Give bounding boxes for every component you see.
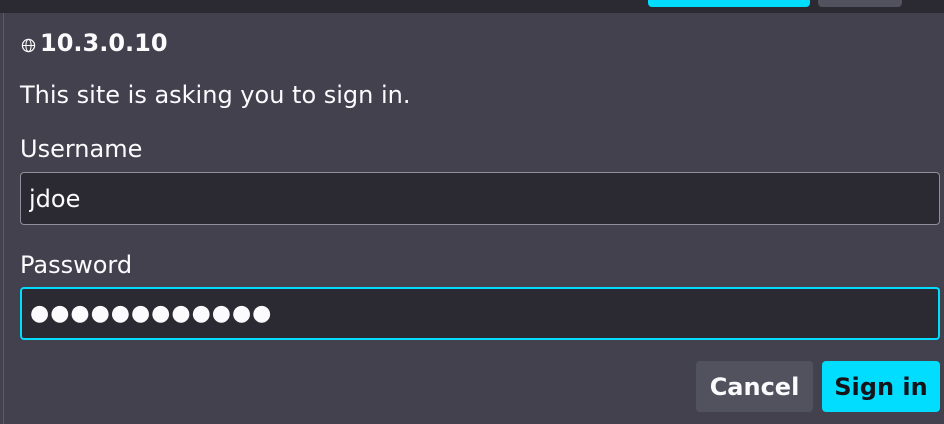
background-secondary-button — [818, 0, 902, 7]
background-primary-button — [648, 0, 810, 7]
background-window-strip — [0, 0, 944, 13]
cancel-button[interactable]: Cancel — [696, 361, 813, 412]
sign-in-button[interactable]: Sign in — [822, 361, 940, 412]
globe-icon — [21, 38, 36, 52]
password-label: Password — [20, 251, 133, 279]
origin-host: 10.3.0.10 — [40, 29, 168, 57]
password-field[interactable] — [20, 287, 940, 340]
username-label: Username — [20, 135, 143, 163]
auth-dialog: 10.3.0.10 This site is asking you to sig… — [3, 13, 944, 424]
username-field[interactable] — [20, 172, 940, 225]
dialog-origin: 10.3.0.10 — [21, 29, 168, 57]
dialog-message: This site is asking you to sign in. — [20, 81, 411, 109]
